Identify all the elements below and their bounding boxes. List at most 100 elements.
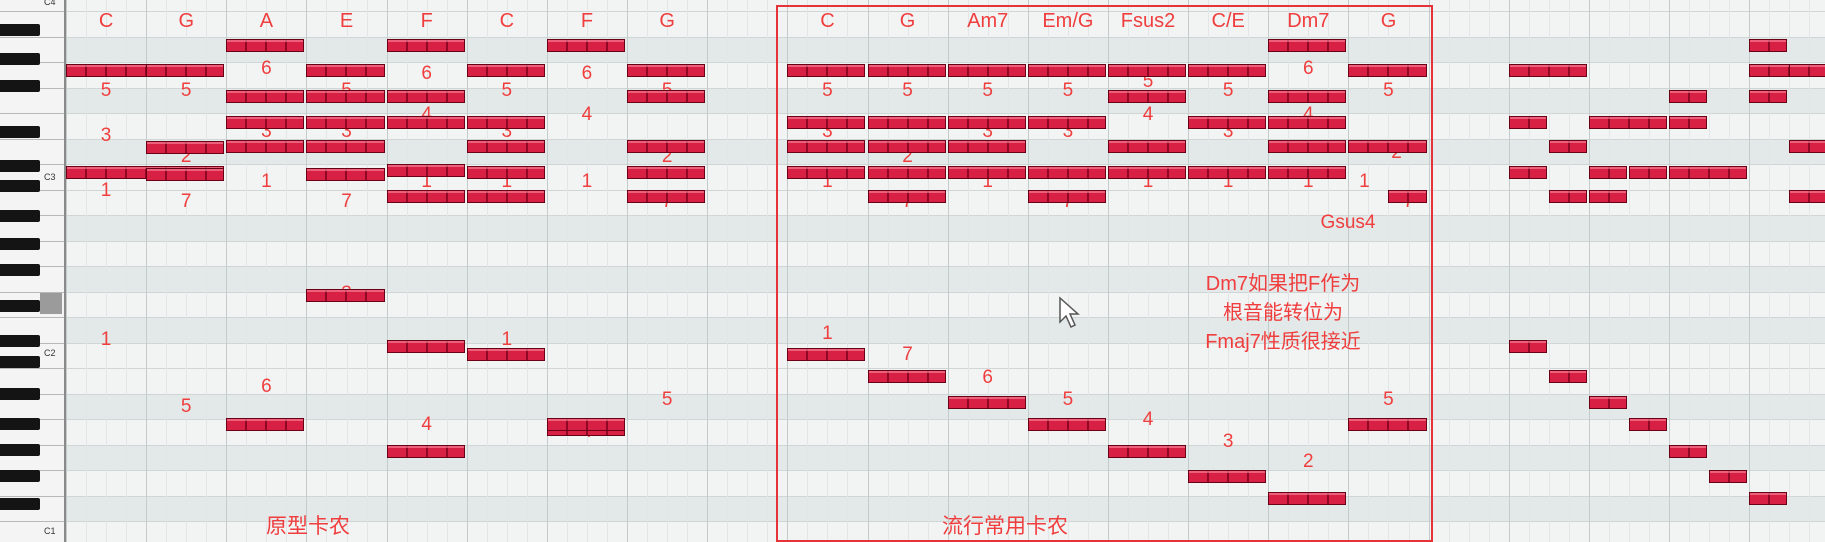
midi-note[interactable] bbox=[787, 166, 866, 179]
keyboard-scroll-marker[interactable] bbox=[40, 292, 62, 314]
midi-note[interactable] bbox=[1268, 90, 1347, 103]
midi-note[interactable] bbox=[146, 64, 225, 77]
midi-note[interactable] bbox=[386, 340, 465, 353]
black-piano-key[interactable] bbox=[0, 356, 40, 368]
midi-note[interactable] bbox=[1669, 166, 1748, 179]
midi-note[interactable] bbox=[1709, 470, 1748, 483]
midi-note[interactable] bbox=[386, 164, 465, 177]
midi-note[interactable] bbox=[1508, 64, 1587, 77]
midi-note[interactable] bbox=[1107, 140, 1187, 153]
midi-note[interactable] bbox=[1268, 492, 1347, 505]
midi-note[interactable] bbox=[226, 140, 305, 153]
midi-note[interactable] bbox=[1027, 116, 1106, 129]
midi-note[interactable] bbox=[1508, 116, 1547, 129]
midi-note[interactable] bbox=[226, 418, 305, 431]
midi-note[interactable] bbox=[1749, 39, 1788, 52]
midi-note[interactable] bbox=[306, 64, 385, 77]
midi-note[interactable] bbox=[627, 140, 706, 153]
midi-note[interactable] bbox=[1188, 166, 1267, 179]
midi-note[interactable] bbox=[146, 141, 225, 154]
midi-note[interactable] bbox=[1348, 418, 1427, 431]
midi-note[interactable] bbox=[867, 190, 946, 203]
midi-note[interactable] bbox=[627, 190, 706, 203]
midi-note[interactable] bbox=[787, 64, 866, 77]
midi-note[interactable] bbox=[546, 39, 626, 52]
midi-note[interactable] bbox=[466, 64, 545, 77]
midi-note[interactable] bbox=[787, 140, 866, 153]
midi-note[interactable] bbox=[1789, 140, 1825, 153]
black-piano-key[interactable] bbox=[0, 238, 40, 250]
midi-note[interactable] bbox=[1027, 190, 1106, 203]
midi-note[interactable] bbox=[306, 90, 385, 103]
midi-note[interactable] bbox=[1388, 190, 1427, 203]
midi-note[interactable] bbox=[1669, 90, 1708, 103]
midi-note[interactable] bbox=[947, 116, 1026, 129]
midi-note[interactable] bbox=[146, 168, 225, 181]
midi-note[interactable] bbox=[867, 166, 946, 179]
midi-note[interactable] bbox=[466, 140, 545, 153]
midi-note[interactable] bbox=[1508, 340, 1547, 353]
midi-note[interactable] bbox=[1107, 64, 1187, 77]
midi-note[interactable] bbox=[1107, 90, 1187, 103]
midi-note[interactable] bbox=[867, 140, 946, 153]
midi-note[interactable] bbox=[1268, 39, 1347, 52]
midi-note[interactable] bbox=[1107, 445, 1187, 458]
midi-note[interactable] bbox=[306, 140, 385, 153]
black-piano-key[interactable] bbox=[0, 470, 40, 482]
midi-note[interactable] bbox=[226, 90, 305, 103]
midi-note[interactable] bbox=[226, 39, 305, 52]
midi-note[interactable] bbox=[1588, 396, 1627, 409]
midi-note[interactable] bbox=[386, 90, 465, 103]
midi-note[interactable] bbox=[1669, 445, 1708, 458]
midi-note[interactable] bbox=[1669, 116, 1708, 129]
midi-note[interactable] bbox=[466, 166, 545, 179]
black-piano-key[interactable] bbox=[0, 498, 40, 510]
midi-note[interactable] bbox=[386, 445, 465, 458]
midi-note[interactable] bbox=[947, 166, 1026, 179]
midi-note[interactable] bbox=[947, 64, 1026, 77]
midi-note[interactable] bbox=[1548, 190, 1587, 203]
black-piano-key[interactable] bbox=[0, 24, 40, 36]
black-piano-key[interactable] bbox=[0, 80, 40, 92]
midi-note[interactable] bbox=[1548, 370, 1587, 383]
midi-note[interactable] bbox=[627, 64, 706, 77]
midi-note[interactable] bbox=[867, 116, 946, 129]
midi-note[interactable] bbox=[226, 116, 305, 129]
midi-note[interactable] bbox=[1027, 64, 1106, 77]
midi-note[interactable] bbox=[947, 140, 1026, 153]
black-piano-key[interactable] bbox=[0, 388, 40, 400]
midi-note[interactable] bbox=[386, 116, 465, 129]
midi-note[interactable] bbox=[627, 166, 706, 179]
midi-note[interactable] bbox=[386, 39, 465, 52]
midi-note[interactable] bbox=[867, 64, 946, 77]
black-piano-key[interactable] bbox=[0, 444, 40, 456]
midi-note[interactable] bbox=[1188, 64, 1267, 77]
midi-note[interactable] bbox=[386, 190, 465, 203]
midi-note[interactable] bbox=[1789, 190, 1825, 203]
midi-note[interactable] bbox=[1588, 116, 1667, 129]
midi-note[interactable] bbox=[1749, 492, 1788, 505]
midi-note[interactable] bbox=[1268, 116, 1347, 129]
midi-note[interactable] bbox=[1749, 90, 1788, 103]
midi-note[interactable] bbox=[787, 348, 866, 361]
black-piano-key[interactable] bbox=[0, 180, 40, 192]
black-piano-key[interactable] bbox=[0, 126, 40, 138]
black-piano-key[interactable] bbox=[0, 300, 40, 312]
midi-note[interactable] bbox=[466, 348, 545, 361]
black-piano-key[interactable] bbox=[0, 418, 40, 430]
midi-note[interactable] bbox=[306, 116, 385, 129]
midi-note[interactable] bbox=[306, 168, 385, 181]
midi-note[interactable] bbox=[1789, 64, 1825, 77]
midi-note[interactable] bbox=[1588, 190, 1627, 203]
black-piano-key[interactable] bbox=[0, 53, 40, 65]
midi-note[interactable] bbox=[1107, 166, 1187, 179]
midi-note[interactable] bbox=[1348, 64, 1427, 77]
midi-note[interactable] bbox=[1508, 166, 1547, 179]
midi-note[interactable] bbox=[466, 116, 545, 129]
black-piano-key[interactable] bbox=[0, 160, 40, 172]
midi-note[interactable] bbox=[1188, 116, 1267, 129]
midi-note[interactable] bbox=[1027, 418, 1106, 431]
black-piano-key[interactable] bbox=[0, 335, 40, 347]
midi-note[interactable] bbox=[1188, 470, 1267, 483]
midi-note[interactable] bbox=[1268, 140, 1347, 153]
